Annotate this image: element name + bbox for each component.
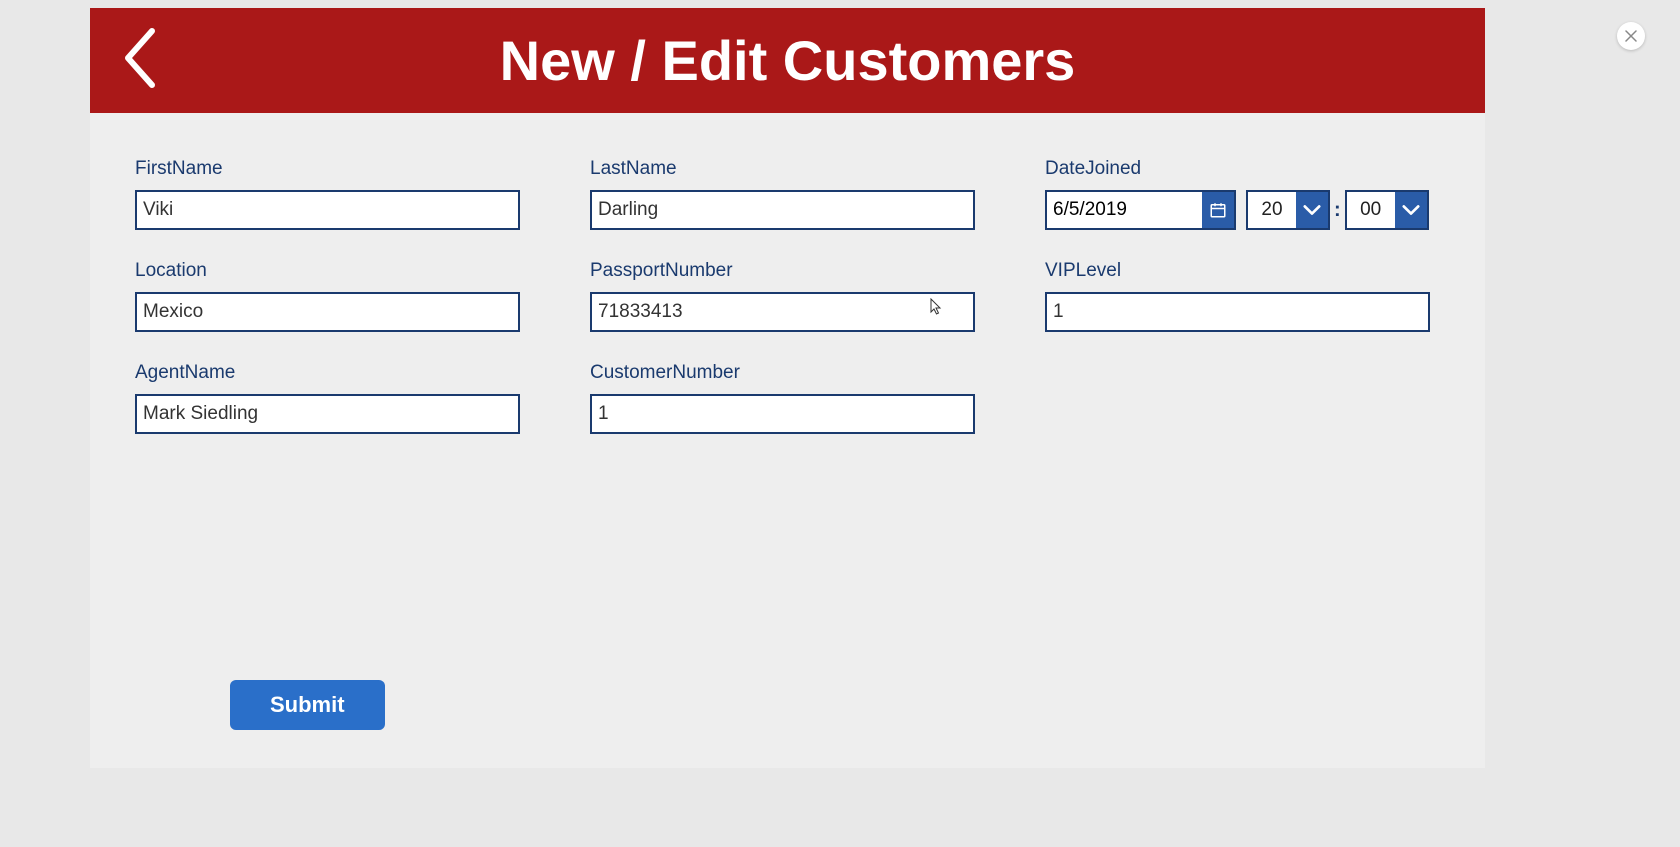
field-datejoined: DateJoined 20 bbox=[1045, 158, 1440, 230]
field-firstname: FirstName bbox=[135, 158, 530, 230]
field-agentname: AgentName bbox=[135, 362, 530, 434]
chevron-down-icon bbox=[1402, 204, 1420, 216]
form-grid: FirstName LastName DateJoined bbox=[90, 113, 1485, 434]
label-passportnumber: PassportNumber bbox=[590, 260, 985, 282]
field-location: Location bbox=[135, 260, 530, 332]
minute-select[interactable]: 00 bbox=[1345, 190, 1429, 230]
minute-value: 00 bbox=[1347, 192, 1395, 228]
input-passportnumber[interactable] bbox=[590, 292, 975, 332]
hour-value: 20 bbox=[1248, 192, 1296, 228]
field-customernumber: CustomerNumber bbox=[590, 362, 985, 434]
hour-select[interactable]: 20 bbox=[1246, 190, 1330, 230]
label-location: Location bbox=[135, 260, 530, 282]
submit-button[interactable]: Submit bbox=[230, 680, 385, 730]
field-passportnumber: PassportNumber bbox=[590, 260, 985, 332]
label-lastname: LastName bbox=[590, 158, 985, 180]
close-icon bbox=[1625, 30, 1637, 42]
form-header: New / Edit Customers bbox=[90, 8, 1485, 113]
minute-dropdown-button[interactable] bbox=[1395, 192, 1427, 228]
input-location[interactable] bbox=[135, 292, 520, 332]
chevron-down-icon bbox=[1303, 204, 1321, 216]
submit-area: Submit bbox=[230, 680, 385, 730]
field-viplevel: VIPLevel bbox=[1045, 260, 1440, 332]
label-datejoined: DateJoined bbox=[1045, 158, 1440, 180]
time-separator: : bbox=[1334, 199, 1341, 222]
label-viplevel: VIPLevel bbox=[1045, 260, 1440, 282]
input-customernumber[interactable] bbox=[590, 394, 975, 434]
calendar-icon bbox=[1209, 201, 1227, 219]
label-firstname: FirstName bbox=[135, 158, 530, 180]
label-customernumber: CustomerNumber bbox=[590, 362, 985, 384]
input-agentname[interactable] bbox=[135, 394, 520, 434]
input-lastname[interactable] bbox=[590, 190, 975, 230]
hour-dropdown-button[interactable] bbox=[1296, 192, 1328, 228]
back-arrow-icon bbox=[122, 28, 158, 88]
datejoined-controls: 20 : 00 bbox=[1045, 190, 1440, 230]
input-date[interactable] bbox=[1047, 192, 1202, 228]
date-input-wrap bbox=[1045, 190, 1236, 230]
modal-container: New / Edit Customers FirstName LastName … bbox=[90, 8, 1485, 768]
input-firstname[interactable] bbox=[135, 190, 520, 230]
calendar-button[interactable] bbox=[1202, 192, 1234, 228]
label-agentname: AgentName bbox=[135, 362, 530, 384]
back-button[interactable] bbox=[120, 28, 160, 88]
input-viplevel[interactable] bbox=[1045, 292, 1430, 332]
form-title: New / Edit Customers bbox=[500, 28, 1076, 93]
close-button[interactable] bbox=[1617, 22, 1645, 50]
field-lastname: LastName bbox=[590, 158, 985, 230]
